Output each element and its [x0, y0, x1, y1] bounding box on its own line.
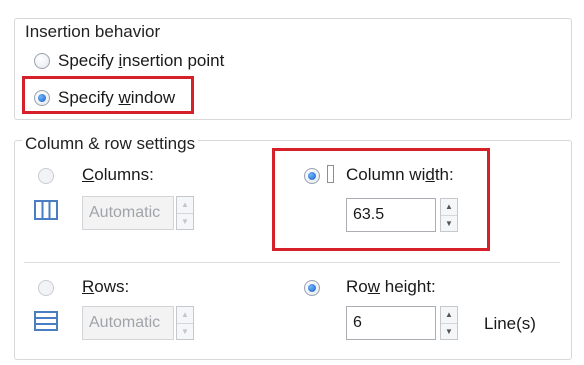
- columns-spinner[interactable]: ▲ ▼: [176, 196, 194, 230]
- rows-icon: [34, 311, 58, 336]
- insertion-behavior-title: Insertion behavior: [22, 22, 164, 42]
- rows-input[interactable]: Automatic: [82, 306, 174, 340]
- row-height-label: Row height:: [346, 277, 436, 296]
- specify-insertion-point-label[interactable]: Specify insertion point: [58, 51, 224, 71]
- row-height-unit-label: Line(s): [484, 314, 536, 333]
- columns-icon: [34, 200, 58, 225]
- columns-input[interactable]: Automatic: [82, 196, 174, 230]
- row-height-decrement-button[interactable]: ▼: [441, 322, 457, 340]
- specify-insertion-point-radio[interactable]: [34, 53, 50, 69]
- rows-radio[interactable]: [38, 280, 54, 296]
- row-height-input[interactable]: 6: [346, 306, 436, 340]
- settings-divider: [24, 262, 560, 263]
- columns-radio[interactable]: [38, 168, 54, 184]
- row-height-radio[interactable]: [304, 280, 320, 296]
- column-width-highlight: [272, 148, 490, 251]
- rows-increment-button[interactable]: ▲: [177, 307, 193, 323]
- columns-increment-button[interactable]: ▲: [177, 197, 193, 213]
- rows-decrement-button[interactable]: ▼: [177, 322, 193, 340]
- columns-label: Columns:: [82, 165, 154, 184]
- row-height-increment-button[interactable]: ▲: [441, 307, 457, 323]
- columns-decrement-button[interactable]: ▼: [177, 212, 193, 230]
- column-row-settings-title: Column & row settings: [22, 134, 199, 154]
- rows-spinner[interactable]: ▲ ▼: [176, 306, 194, 340]
- rows-label: Rows:: [82, 277, 130, 296]
- specify-window-highlight: [22, 76, 194, 114]
- row-height-spinner[interactable]: ▲ ▼: [440, 306, 458, 340]
